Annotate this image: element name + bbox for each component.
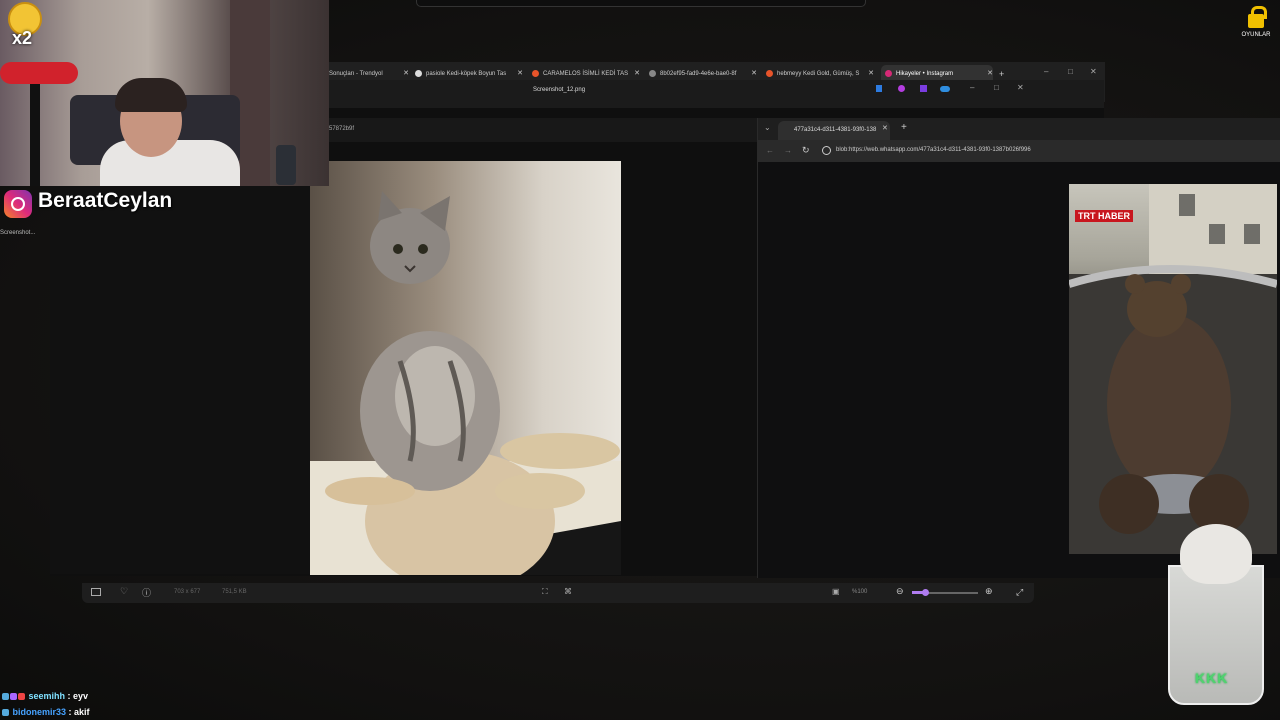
actual-size-icon[interactable]: ▣ <box>832 587 840 596</box>
bear-illustration <box>1069 184 1277 554</box>
badge-icon <box>2 709 9 717</box>
streamer-name: BeraatCeylan <box>38 189 173 212</box>
cup-text: KKK <box>1195 670 1229 686</box>
tab-label: hebmeyy Kedi Gold, Gümüş, S <box>777 71 860 77</box>
back-icon[interactable]: ← <box>766 146 774 155</box>
bear-photo: TRT HABER <box>1069 184 1277 554</box>
tab-label: 8b02ef95-fad9-4e6e-bae0-8f <box>660 71 737 77</box>
chat-line: seemihh : eyv <box>2 688 90 704</box>
filmstrip-icon[interactable] <box>91 588 101 596</box>
close-window-icon[interactable]: ✕ <box>1090 67 1097 76</box>
viewer-toolbar: ♡ ⓘ 703 x 677 751,5 KB ⛶ ⌘ ▣ %100 ⊖ ⊕ ⤢ <box>82 583 1034 603</box>
badge-icon <box>18 693 25 701</box>
instagram-icon <box>885 69 892 77</box>
forward-icon[interactable]: → <box>784 146 792 155</box>
reload-icon[interactable]: ↻ <box>802 145 810 156</box>
zoom-slider-thumb[interactable] <box>922 589 929 596</box>
blob-tab-strip: ⌄ 477a31c4-d311-4381-93f0-138 ✕ + <box>758 118 1280 140</box>
badge-icon <box>2 693 9 701</box>
enhance-icon[interactable]: ⌘ <box>564 587 572 596</box>
webcam-object <box>276 145 296 185</box>
chat-username[interactable]: bidonemir33 <box>13 707 67 717</box>
fullscreen-icon[interactable]: ⤢ <box>1016 587 1023 598</box>
tab-label: pasiole Kedi-köpek Boyun Tas <box>426 71 507 77</box>
favicon-icon <box>766 69 773 77</box>
app-icon[interactable] <box>876 85 882 92</box>
file-size: 751,5 KB <box>222 589 247 595</box>
minimize-icon[interactable]: – <box>1044 67 1048 76</box>
chevron-down-icon[interactable]: ⌄ <box>764 123 771 132</box>
new-tab-button[interactable]: + <box>901 122 907 133</box>
microphone-stand <box>30 70 40 186</box>
tab-label: Sonuçları - Trendyol <box>329 71 383 77</box>
top-search-bar[interactable] <box>416 0 866 7</box>
favicon-icon <box>415 69 422 77</box>
cat-photo <box>310 161 621 575</box>
lock-body <box>1248 14 1264 28</box>
url-text[interactable]: blob:https://web.whatsapp.com/477a31c4-d… <box>836 147 1031 153</box>
viewer-title: Screenshot_12.png <box>533 87 586 93</box>
app-icon[interactable] <box>920 85 927 92</box>
games-shortcut[interactable]: OYUNLAR <box>1241 4 1271 38</box>
favorite-icon[interactable]: ♡ <box>120 586 128 597</box>
info-icon[interactable]: ⓘ <box>142 586 151 599</box>
tab-label: 477a31c4-d311-4381-93f0-138 <box>794 127 877 133</box>
streamer-hair <box>115 78 187 112</box>
games-label: OYUNLAR <box>1241 32 1271 38</box>
microphone-icon <box>0 62 78 84</box>
blob-tab[interactable]: 477a31c4-d311-4381-93f0-138 <box>778 121 890 140</box>
instagram-icon <box>4 190 32 218</box>
maximize-icon[interactable]: □ <box>994 83 999 92</box>
zoom-out-icon[interactable]: ⊖ <box>896 586 904 597</box>
instagram-lens <box>11 197 25 211</box>
close-icon[interactable]: ✕ <box>882 124 888 132</box>
site-info-icon[interactable] <box>822 146 831 155</box>
favicon-icon <box>649 69 656 77</box>
webcam-feed <box>0 0 329 186</box>
chat-username[interactable]: seemihh <box>29 691 66 701</box>
minimize-icon[interactable]: – <box>970 83 974 92</box>
desktop-file-icon-label[interactable]: Screenshot... <box>0 230 35 236</box>
cat-head-overlay <box>1180 524 1252 584</box>
tab-label: Hikayeler • Instagram <box>896 71 954 77</box>
cat-illustration <box>310 191 621 575</box>
crop-icon[interactable]: ⛶ <box>542 587 548 597</box>
path-fragment: 57872b9f <box>329 126 355 132</box>
maximize-icon[interactable]: □ <box>1068 67 1073 76</box>
badge-icon <box>10 693 17 701</box>
onedrive-icon[interactable] <box>940 86 950 92</box>
multiplier-label: x2 <box>12 28 33 48</box>
app-icon[interactable] <box>898 85 905 92</box>
close-window-icon[interactable]: ✕ <box>1017 83 1024 92</box>
tab-label: CARAMELOS İSİMLİ KEDİ TAS <box>543 71 629 77</box>
trt-haber-watermark: TRT HABER <box>1075 210 1133 222</box>
chat-line: bidonemir33 : akif <box>2 704 90 720</box>
viewer-left-pane <box>50 160 310 574</box>
chat-box: seemihh : eyv bidonemir33 : akif <box>2 688 90 720</box>
chat-message: eyv <box>73 691 89 701</box>
chat-message: akif <box>74 707 90 717</box>
zoom-level[interactable]: %100 <box>852 589 867 595</box>
favicon-icon <box>532 69 539 77</box>
zoom-in-icon[interactable]: ⊕ <box>985 586 993 597</box>
image-dimensions: 703 x 677 <box>174 589 201 595</box>
